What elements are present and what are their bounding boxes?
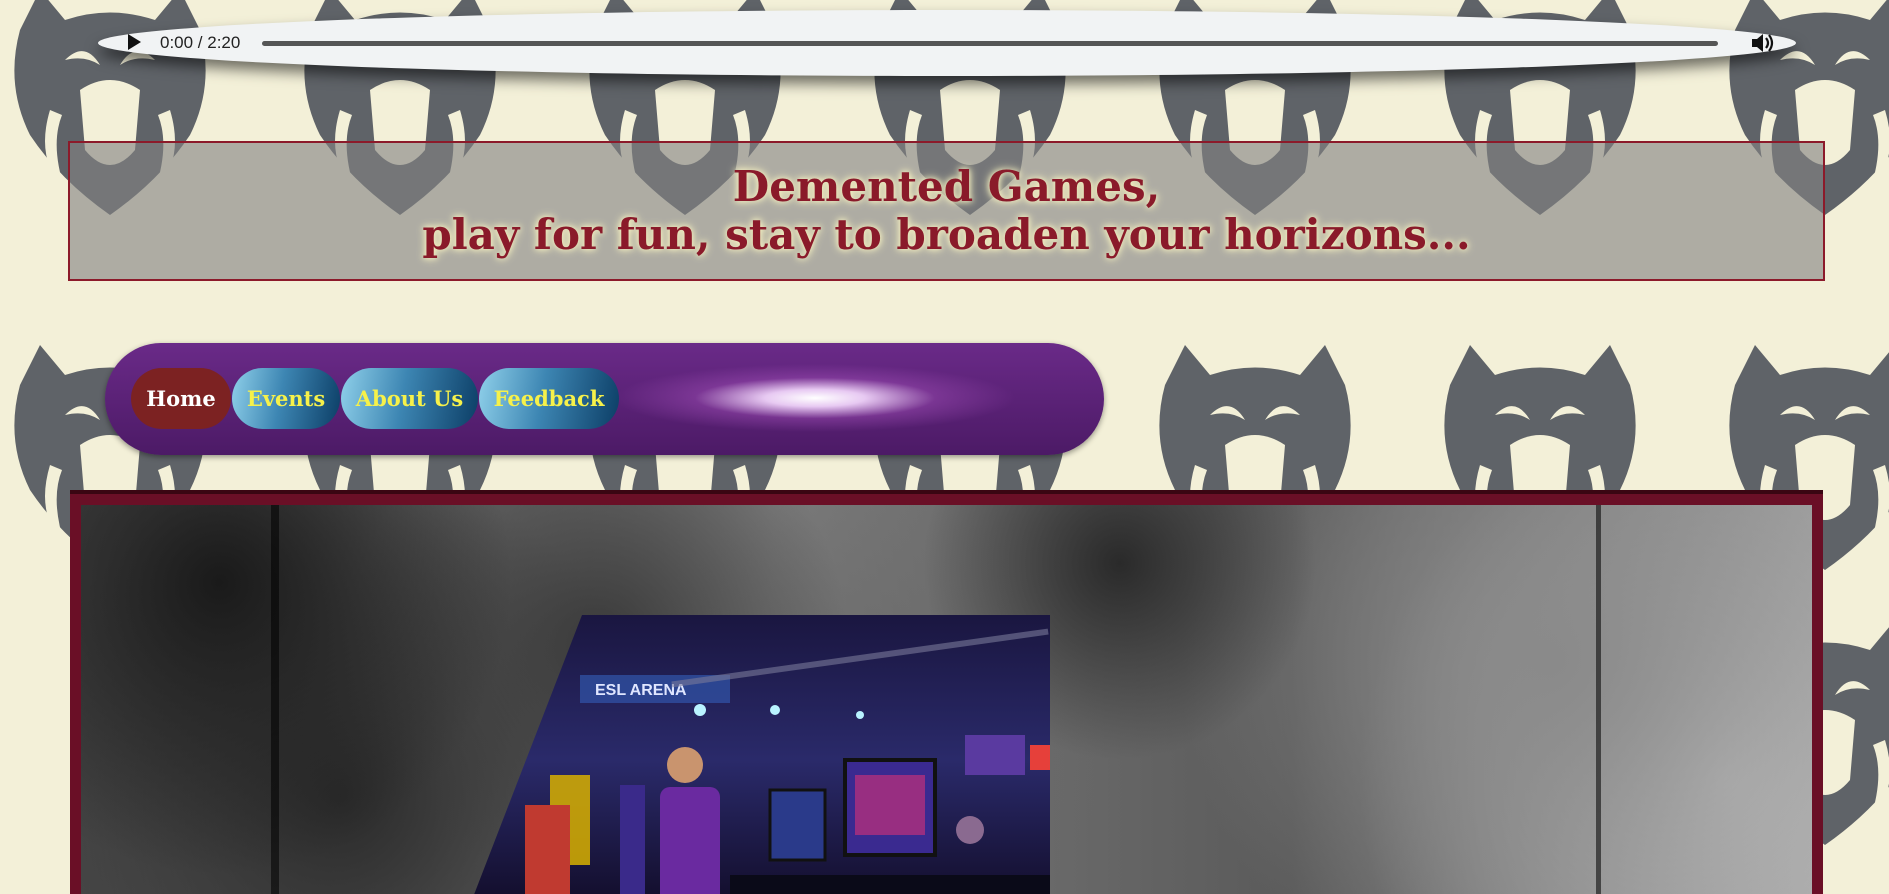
- esports-arena-photo: ESL ARENA: [470, 615, 1050, 894]
- hero-frame: ESL ARENA: [70, 490, 1823, 894]
- site-tagline: play for fun, stay to broaden your horiz…: [422, 210, 1471, 259]
- main-nav: Home Events About Us Feedback: [105, 343, 1104, 455]
- nav-events-button[interactable]: Events: [232, 368, 340, 429]
- nav-feedback-button[interactable]: Feedback: [479, 368, 619, 429]
- play-icon[interactable]: [128, 34, 141, 50]
- nav-home-button[interactable]: Home: [131, 368, 231, 429]
- audio-time: 0:00 / 2:20: [160, 33, 241, 52]
- volume-icon[interactable]: [1750, 31, 1776, 55]
- audio-seek-bar[interactable]: [262, 41, 1718, 46]
- site-header: Demented Games, play for fun, stay to br…: [68, 141, 1825, 281]
- nav-about-us-button[interactable]: About Us: [341, 368, 478, 429]
- audio-player[interactable]: 0:00 / 2:20: [98, 10, 1796, 76]
- site-title: Demented Games,: [732, 162, 1161, 211]
